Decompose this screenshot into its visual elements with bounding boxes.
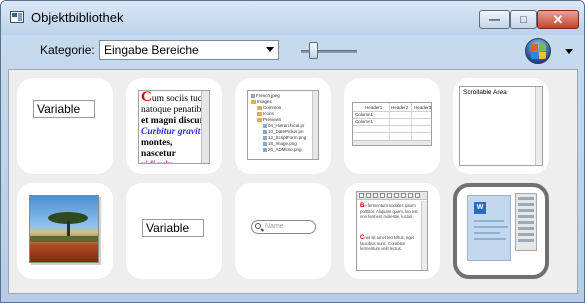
file-icon bbox=[263, 141, 267, 146]
rich-line: um sociis tuc bbox=[151, 94, 202, 104]
tree-item: 20_ADMime.png bbox=[268, 147, 302, 152]
object-grid: Variable Cum sociis tuc natoque penatibi… bbox=[8, 69, 578, 294]
maximize-button[interactable]: □ bbox=[510, 10, 537, 29]
tile-tree-view[interactable]: French.jpeg Images Common Icons Previews… bbox=[235, 78, 331, 174]
rich-line: ridiculu bbox=[141, 160, 173, 163]
folder-icon bbox=[257, 105, 262, 110]
minimize-button[interactable]: — bbox=[479, 10, 510, 29]
editor-preview: Be fermentum sodales ipsum porttitor. Al… bbox=[356, 191, 428, 271]
folder-icon bbox=[251, 99, 256, 104]
scrollbar bbox=[312, 91, 318, 159]
grid-header: Header3 bbox=[414, 105, 432, 110]
grid-cell: Column1 bbox=[355, 119, 374, 124]
scrollbar bbox=[201, 91, 209, 163]
file-icon bbox=[263, 123, 267, 128]
tree-item: 04_Hierarchical.pr bbox=[268, 123, 305, 128]
chevron-down-icon bbox=[266, 47, 274, 52]
toolbar: Kategorie: Eingabe Bereiche bbox=[1, 35, 584, 67]
category-value: Eingabe Bereiche bbox=[104, 43, 199, 57]
category-label: Kategorie: bbox=[40, 43, 95, 57]
side-panel bbox=[515, 193, 537, 251]
editor-paragraph: e fermentum sodales ipsum porttitor. Ali… bbox=[360, 203, 418, 219]
scrollbar bbox=[421, 201, 427, 270]
tile-document-selected[interactable]: W bbox=[453, 183, 549, 279]
search-preview: Name bbox=[251, 220, 316, 234]
tree-item: Icons bbox=[263, 111, 274, 116]
close-icon: ✕ bbox=[552, 11, 564, 27]
title-bar[interactable]: Objektbibliothek — □ ✕ bbox=[1, 1, 584, 35]
tile-scrollable-area[interactable]: Scrollable Area bbox=[453, 78, 549, 174]
rich-line: montes, nascetur bbox=[141, 138, 176, 159]
tree-item: 10_DatePicker.pn bbox=[268, 129, 304, 134]
tree-item: French.jpeg bbox=[256, 93, 280, 98]
tree-item: 12_ScriptForm.png bbox=[268, 135, 307, 140]
file-icon bbox=[263, 147, 267, 152]
tile-rich-editor[interactable]: Be fermentum sodales ipsum porttitor. Al… bbox=[344, 183, 440, 279]
tree-item: 18_Image.png bbox=[268, 141, 297, 146]
editor-toolbar bbox=[357, 192, 427, 200]
image-preview bbox=[29, 195, 99, 263]
textbox-preview: Variable bbox=[142, 219, 204, 237]
maximize-icon: □ bbox=[520, 13, 527, 26]
rich-line: Curbitur gravit bbox=[141, 127, 201, 137]
tile-search-box[interactable]: Name bbox=[235, 183, 331, 279]
tree-item: Images bbox=[257, 99, 272, 104]
windows-logo-icon[interactable] bbox=[525, 38, 551, 64]
tree-item: Common bbox=[263, 105, 282, 110]
file-icon bbox=[263, 129, 267, 134]
editor-paragraph: ras sit amet leo tellus, eget faucibus n… bbox=[360, 235, 415, 251]
grid-header: Header2 bbox=[391, 105, 409, 110]
data-grid-preview: Header1 Header2 Header3 Column1 Column1 bbox=[352, 102, 432, 146]
scrollable-label: Scrollable Area bbox=[463, 89, 507, 96]
word-logo-icon: W bbox=[474, 202, 486, 214]
document-preview: W bbox=[465, 193, 543, 267]
search-icon bbox=[255, 223, 261, 229]
scrollbar bbox=[353, 140, 431, 145]
close-button[interactable]: ✕ bbox=[537, 10, 579, 29]
zoom-slider-thumb[interactable] bbox=[309, 42, 318, 59]
tile-image[interactable] bbox=[17, 183, 113, 279]
minimize-icon: — bbox=[489, 13, 500, 26]
scrollable-area-preview: Scrollable Area bbox=[459, 86, 543, 166]
tree-preview: French.jpeg Images Common Icons Previews… bbox=[247, 90, 319, 160]
tile-data-grid[interactable]: Header1 Header2 Header3 Column1 Column1 bbox=[344, 78, 440, 174]
search-placeholder: Name bbox=[265, 223, 284, 230]
tile-textbox-2[interactable]: Variable bbox=[126, 183, 222, 279]
menu-dropdown-icon[interactable] bbox=[565, 49, 573, 54]
object-library-window: Objektbibliothek — □ ✕ Kategorie: Eingab… bbox=[0, 0, 585, 303]
rich-line: et magni discuri bbox=[141, 116, 207, 126]
drop-cap: C bbox=[141, 90, 152, 105]
tile-textbox[interactable]: Variable bbox=[17, 78, 113, 174]
rich-text-preview: Cum sociis tuc natoque penatibi et magni… bbox=[138, 90, 210, 164]
textbox-preview: Variable bbox=[33, 100, 95, 118]
folder-icon bbox=[257, 117, 262, 122]
window-title: Objektbibliothek bbox=[31, 10, 124, 25]
app-icon bbox=[10, 11, 24, 23]
category-select[interactable]: Eingabe Bereiche bbox=[99, 40, 279, 60]
file-icon bbox=[251, 93, 255, 98]
tile-rich-text[interactable]: Cum sociis tuc natoque penatibi et magni… bbox=[126, 78, 222, 174]
rich-line: natoque penatibi bbox=[141, 105, 205, 115]
tree-item: Previews bbox=[263, 117, 282, 122]
grid-cell: Column1 bbox=[355, 112, 374, 117]
file-icon bbox=[263, 135, 267, 140]
folder-icon bbox=[257, 111, 262, 116]
grid-header: Header1 bbox=[365, 105, 383, 110]
scrollbar bbox=[535, 87, 542, 165]
